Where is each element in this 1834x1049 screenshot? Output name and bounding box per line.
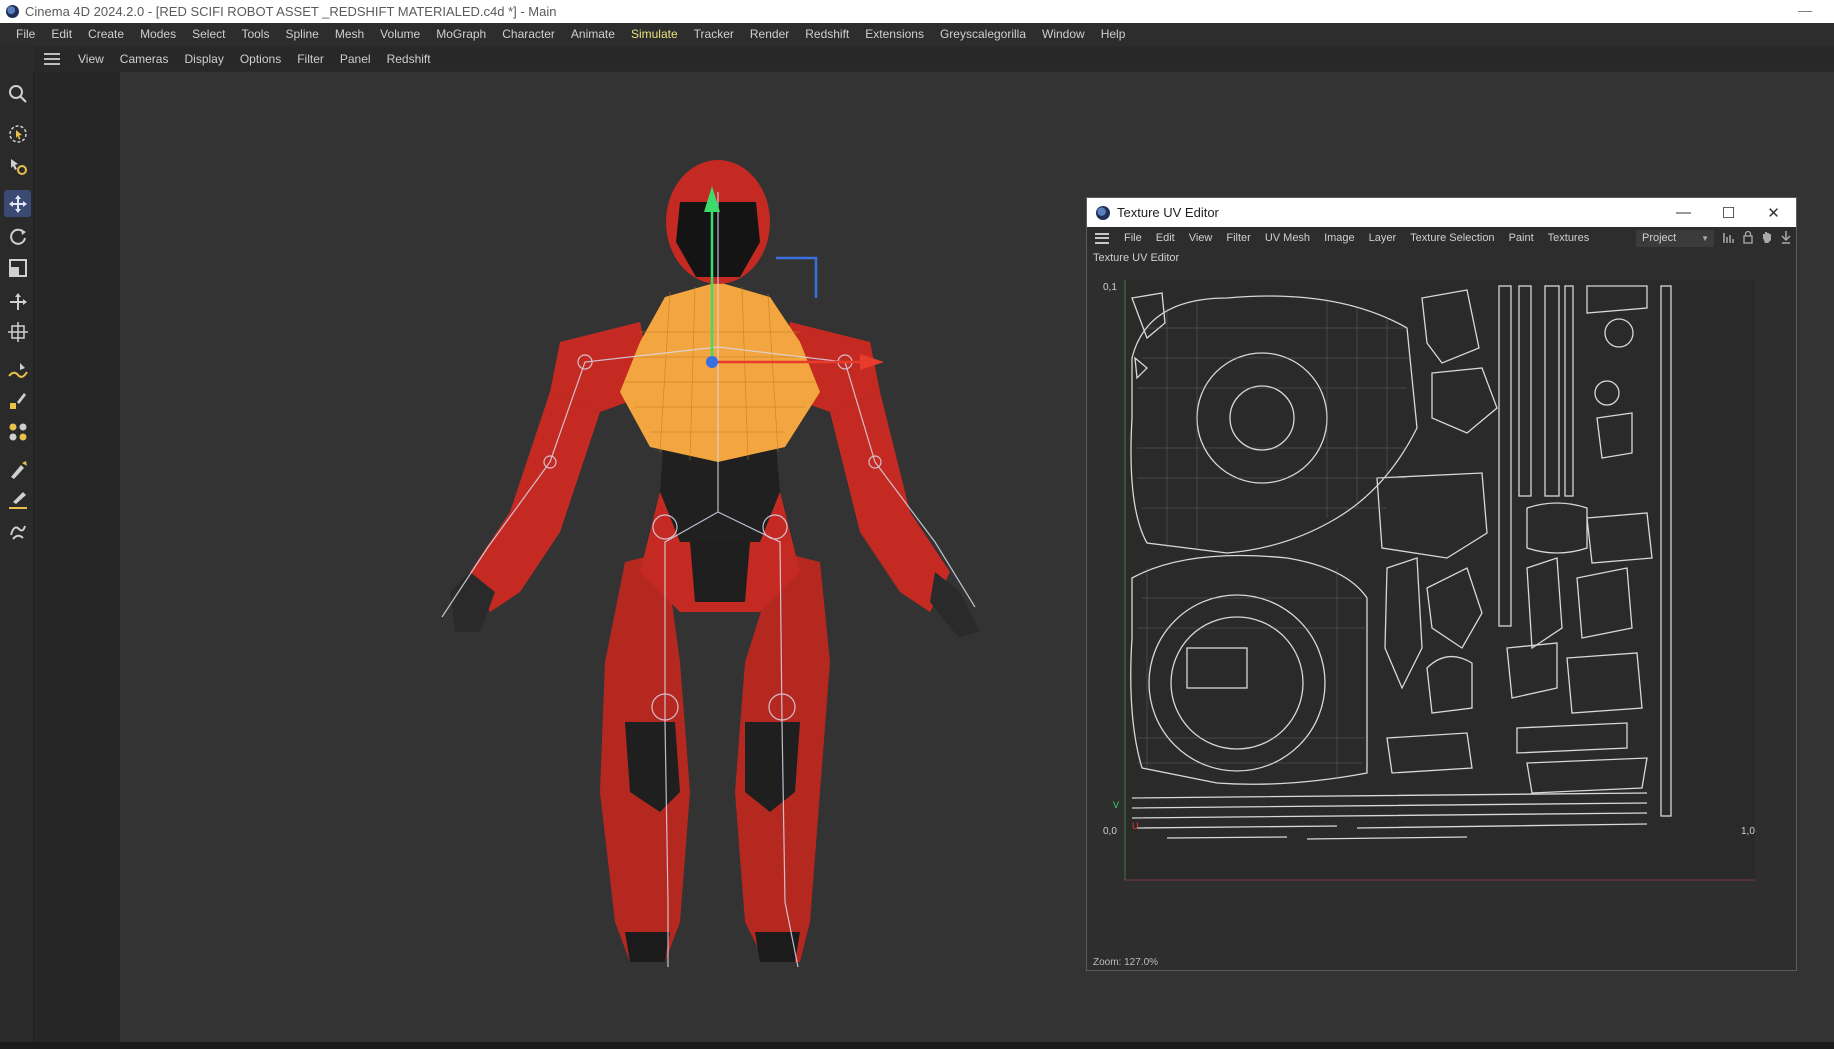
left-panel [34, 72, 120, 1042]
uv-menu-file[interactable]: File [1117, 232, 1149, 244]
menu-help[interactable]: Help [1093, 27, 1134, 41]
hamburger-menu-icon[interactable] [44, 53, 60, 65]
uv-panel-title: Texture UV Editor [1093, 252, 1180, 264]
cinema4d-logo-icon [1096, 205, 1110, 220]
menu-character[interactable]: Character [494, 27, 563, 41]
axis-label-v: V [1113, 800, 1119, 810]
uv-menu-edit[interactable]: Edit [1149, 232, 1182, 244]
menu-create[interactable]: Create [80, 27, 132, 41]
scale-icon[interactable] [4, 254, 31, 281]
texture-uv-editor-window: Texture UV Editor — ☐ ✕ File Edit View F… [1086, 197, 1797, 971]
uv-menu-texture-selection[interactable]: Texture Selection [1403, 232, 1501, 244]
paint-icon[interactable] [4, 387, 31, 414]
minimize-button[interactable]: — [1661, 198, 1706, 227]
uv-menu-view[interactable]: View [1182, 232, 1220, 244]
mograph-icon[interactable] [4, 418, 31, 445]
uv-menu-textures[interactable]: Textures [1541, 232, 1597, 244]
zoom-status: Zoom: 127.0% [1093, 957, 1159, 968]
cinema4d-logo-icon [6, 5, 19, 18]
cinema4d-app: Cinema 4D 2024.2.0 - [RED SCIFI ROBOT AS… [0, 0, 1834, 1049]
selection-settings-icon[interactable] [4, 152, 31, 179]
main-menu-bar: File Edit Create Modes Select Tools Spli… [0, 23, 1834, 45]
uv-canvas[interactable]: 0,1 0,0 1,0 V U [1087, 268, 1796, 920]
knife-icon[interactable] [4, 486, 31, 513]
pin-icon[interactable] [1780, 230, 1792, 244]
chevron-down-icon: ▼ [1701, 234, 1709, 243]
uv-toolbar-icons [1723, 230, 1792, 244]
move-icon[interactable] [4, 190, 31, 217]
menu-render[interactable]: Render [742, 27, 797, 41]
axis-label-bottom-left: 0,0 [1103, 826, 1117, 837]
uv-editor-menu-bar: File Edit View Filter UV Mesh Image Laye… [1087, 227, 1796, 249]
menu-extensions[interactable]: Extensions [857, 27, 932, 41]
menu-greyscalegorilla[interactable]: Greyscalegorilla [932, 27, 1034, 41]
menu-spline[interactable]: Spline [277, 27, 326, 41]
axis-label-u: U [1132, 821, 1139, 831]
minimize-button[interactable]: — [1798, 2, 1812, 18]
menu-edit[interactable]: Edit [43, 27, 80, 41]
uv-menu-filter[interactable]: Filter [1219, 232, 1257, 244]
viewport-menu-filter[interactable]: Filter [289, 52, 332, 66]
window-title: Cinema 4D 2024.2.0 - [RED SCIFI ROBOT AS… [25, 4, 557, 19]
brush-icon[interactable] [4, 456, 31, 483]
live-selection-icon[interactable] [4, 120, 31, 147]
tool-palette [0, 72, 34, 1042]
viewport-menu-bar: View Cameras Display Options Filter Pane… [34, 47, 1834, 71]
viewport-menu-panel[interactable]: Panel [332, 52, 379, 66]
project-dropdown-value: Project [1642, 232, 1677, 244]
uv-menu-uv-mesh[interactable]: UV Mesh [1258, 232, 1317, 244]
viewport-menu-options[interactable]: Options [232, 52, 289, 66]
uv-editor-title-bar[interactable]: Texture UV Editor — ☐ ✕ [1087, 198, 1796, 227]
axis-label-bottom-right: 1,0 [1741, 826, 1755, 837]
histogram-icon[interactable] [1723, 230, 1735, 244]
uv-menu-image[interactable]: Image [1317, 232, 1362, 244]
hamburger-menu-icon[interactable] [1095, 232, 1109, 244]
hand-pan-icon[interactable] [1761, 230, 1773, 244]
menu-simulate[interactable]: Simulate [623, 27, 686, 41]
menu-window[interactable]: Window [1034, 27, 1093, 41]
menu-tools[interactable]: Tools [233, 27, 277, 41]
lock-icon[interactable] [1742, 230, 1754, 244]
maximize-button[interactable]: ☐ [1706, 198, 1751, 227]
search-icon[interactable] [4, 80, 31, 107]
uv-editor-title: Texture UV Editor [1117, 205, 1219, 220]
viewport-menu-view[interactable]: View [70, 52, 112, 66]
title-bar: Cinema 4D 2024.2.0 - [RED SCIFI ROBOT AS… [0, 0, 1834, 23]
transform-icon[interactable] [4, 318, 31, 345]
viewport-menu-cameras[interactable]: Cameras [112, 52, 177, 66]
project-dropdown[interactable]: Project ▼ [1636, 230, 1714, 247]
menu-redshift[interactable]: Redshift [797, 27, 857, 41]
menu-mesh[interactable]: Mesh [327, 27, 372, 41]
bottom-bar [0, 1042, 1834, 1049]
uv-menu-layer[interactable]: Layer [1362, 232, 1404, 244]
spline-pen-icon[interactable] [4, 357, 31, 384]
viewport-menu-redshift[interactable]: Redshift [379, 52, 439, 66]
menu-modes[interactable]: Modes [132, 27, 184, 41]
uv-menu-paint[interactable]: Paint [1502, 232, 1541, 244]
menu-tracker[interactable]: Tracker [686, 27, 742, 41]
menu-volume[interactable]: Volume [372, 27, 428, 41]
menu-animate[interactable]: Animate [563, 27, 623, 41]
menu-file[interactable]: File [8, 27, 43, 41]
placement-icon[interactable] [4, 288, 31, 315]
close-button[interactable]: ✕ [1751, 198, 1796, 227]
viewport-menu-display[interactable]: Display [176, 52, 231, 66]
axis-label-top-left: 0,1 [1103, 282, 1117, 293]
menu-select[interactable]: Select [184, 27, 233, 41]
menu-mograph[interactable]: MoGraph [428, 27, 494, 41]
rotate-icon[interactable] [4, 222, 31, 249]
sculpt-icon[interactable] [4, 518, 31, 545]
